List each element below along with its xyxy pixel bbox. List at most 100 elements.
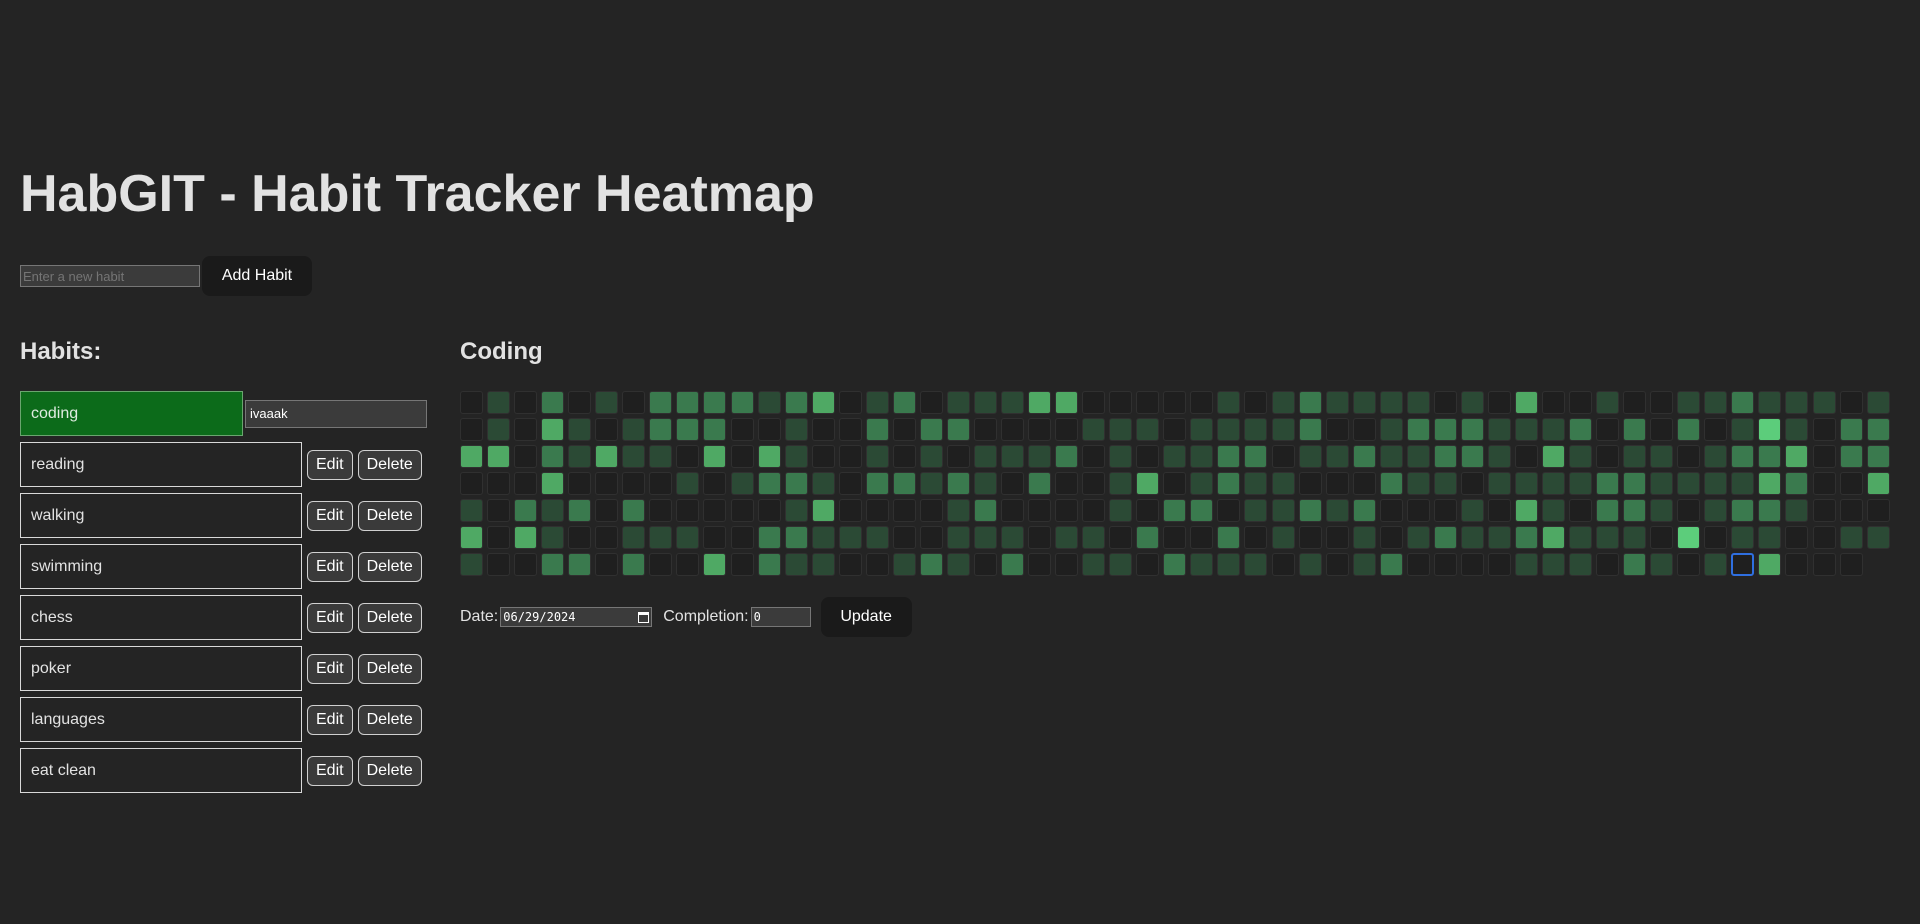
heatmap-day-cell[interactable] (568, 499, 591, 522)
heatmap-day-cell[interactable] (920, 526, 943, 549)
heatmap-day-cell[interactable] (1217, 445, 1240, 468)
heatmap-day-cell[interactable] (1217, 499, 1240, 522)
heatmap-day-cell[interactable] (1082, 472, 1105, 495)
heatmap-day-cell[interactable] (595, 472, 618, 495)
heatmap-day-cell[interactable] (1217, 553, 1240, 576)
heatmap-day-cell[interactable] (541, 472, 564, 495)
heatmap-day-cell[interactable] (1785, 391, 1808, 414)
edit-button[interactable]: Edit (307, 755, 353, 786)
heatmap-day-cell[interactable] (1190, 418, 1213, 441)
heatmap-day-cell[interactable] (1650, 472, 1673, 495)
heatmap-day-cell[interactable] (758, 499, 781, 522)
heatmap-day-cell[interactable] (893, 526, 916, 549)
heatmap-day-cell[interactable] (1082, 553, 1105, 576)
heatmap-day-cell[interactable] (1461, 391, 1484, 414)
heatmap-day-cell[interactable] (1109, 499, 1132, 522)
heatmap-day-cell[interactable] (487, 553, 510, 576)
heatmap-day-cell[interactable] (1217, 472, 1240, 495)
heatmap-day-cell[interactable] (487, 391, 510, 414)
heatmap-day-cell[interactable] (839, 472, 862, 495)
heatmap-day-cell[interactable] (947, 526, 970, 549)
heatmap-day-cell[interactable] (1650, 418, 1673, 441)
heatmap-day-cell[interactable] (1542, 499, 1565, 522)
heatmap-day-cell[interactable] (1299, 445, 1322, 468)
heatmap-day-cell[interactable] (1813, 418, 1836, 441)
heatmap-day-cell[interactable] (1650, 553, 1673, 576)
heatmap-day-cell[interactable] (731, 526, 754, 549)
heatmap-day-cell[interactable] (839, 553, 862, 576)
heatmap-day-cell[interactable] (1569, 472, 1592, 495)
heatmap-day-cell[interactable] (1190, 445, 1213, 468)
heatmap-day-cell[interactable] (785, 526, 808, 549)
heatmap-day-cell[interactable] (1758, 391, 1781, 414)
heatmap-day-cell[interactable] (1163, 526, 1186, 549)
heatmap-day-cell[interactable] (1407, 526, 1430, 549)
heatmap-day-cell[interactable] (785, 418, 808, 441)
heatmap-day-cell[interactable] (1840, 553, 1863, 576)
heatmap-day-cell[interactable] (1704, 526, 1727, 549)
heatmap-day-cell[interactable] (1704, 445, 1727, 468)
heatmap-day-cell[interactable] (920, 391, 943, 414)
heatmap-day-cell[interactable] (893, 445, 916, 468)
heatmap-day-cell[interactable] (1542, 418, 1565, 441)
heatmap-day-cell[interactable] (1380, 472, 1403, 495)
heatmap-day-cell[interactable] (1569, 391, 1592, 414)
heatmap-day-cell[interactable] (1488, 445, 1511, 468)
heatmap-day-cell[interactable] (974, 418, 997, 441)
heatmap-day-cell[interactable] (460, 391, 483, 414)
heatmap-day-cell[interactable] (1650, 526, 1673, 549)
heatmap-day-cell[interactable] (1001, 499, 1024, 522)
heatmap-day-cell[interactable] (812, 445, 835, 468)
heatmap-day-cell[interactable] (1867, 472, 1890, 495)
heatmap-day-cell[interactable] (920, 553, 943, 576)
heatmap-day-cell[interactable] (703, 472, 726, 495)
heatmap-day-cell[interactable] (676, 418, 699, 441)
heatmap-day-cell[interactable] (1109, 391, 1132, 414)
heatmap-day-cell[interactable] (1840, 499, 1863, 522)
heatmap-day-cell[interactable] (649, 526, 672, 549)
heatmap-day-cell[interactable] (1407, 445, 1430, 468)
heatmap-day-cell[interactable] (514, 418, 537, 441)
heatmap-day-cell[interactable] (1704, 553, 1727, 576)
heatmap-day-cell[interactable] (1217, 526, 1240, 549)
heatmap-day-cell[interactable] (1488, 553, 1511, 576)
heatmap-day-cell[interactable] (649, 418, 672, 441)
heatmap-day-cell[interactable] (1596, 445, 1619, 468)
heatmap-day-cell[interactable] (1623, 526, 1646, 549)
heatmap-day-cell[interactable] (1867, 418, 1890, 441)
heatmap-day-cell[interactable] (1190, 472, 1213, 495)
heatmap-day-cell[interactable] (866, 526, 889, 549)
heatmap-day-cell[interactable] (1434, 553, 1457, 576)
heatmap-day-cell[interactable] (676, 526, 699, 549)
heatmap-day-cell[interactable] (514, 391, 537, 414)
heatmap-day-cell[interactable] (785, 445, 808, 468)
heatmap-day-cell[interactable] (460, 445, 483, 468)
heatmap-day-cell[interactable] (1326, 391, 1349, 414)
heatmap-day-cell[interactable] (866, 499, 889, 522)
heatmap-day-cell[interactable] (1867, 526, 1890, 549)
heatmap-day-cell[interactable] (1542, 391, 1565, 414)
heatmap-day-cell[interactable] (866, 472, 889, 495)
heatmap-day-cell[interactable] (1244, 499, 1267, 522)
heatmap-day-cell[interactable] (1001, 445, 1024, 468)
heatmap-day-cell[interactable] (1704, 499, 1727, 522)
heatmap-day-cell[interactable] (703, 499, 726, 522)
heatmap-day-cell[interactable] (1136, 553, 1159, 576)
heatmap-day-cell[interactable] (1407, 472, 1430, 495)
heatmap-day-cell[interactable] (1082, 418, 1105, 441)
delete-button[interactable]: Delete (357, 449, 422, 480)
edit-button[interactable]: Edit (307, 551, 353, 582)
heatmap-day-cell[interactable] (1623, 499, 1646, 522)
heatmap-day-cell[interactable] (1704, 472, 1727, 495)
heatmap-day-cell[interactable] (1731, 418, 1754, 441)
heatmap-day-cell[interactable] (1109, 526, 1132, 549)
heatmap-day-cell[interactable] (1434, 418, 1457, 441)
heatmap-day-cell[interactable] (920, 499, 943, 522)
heatmap-day-cell[interactable] (541, 526, 564, 549)
heatmap-day-cell[interactable] (1001, 472, 1024, 495)
heatmap-day-cell[interactable] (974, 499, 997, 522)
heatmap-day-cell[interactable] (460, 553, 483, 576)
heatmap-day-cell[interactable] (974, 391, 997, 414)
heatmap-day-cell[interactable] (1488, 499, 1511, 522)
heatmap-day-cell[interactable] (1190, 553, 1213, 576)
